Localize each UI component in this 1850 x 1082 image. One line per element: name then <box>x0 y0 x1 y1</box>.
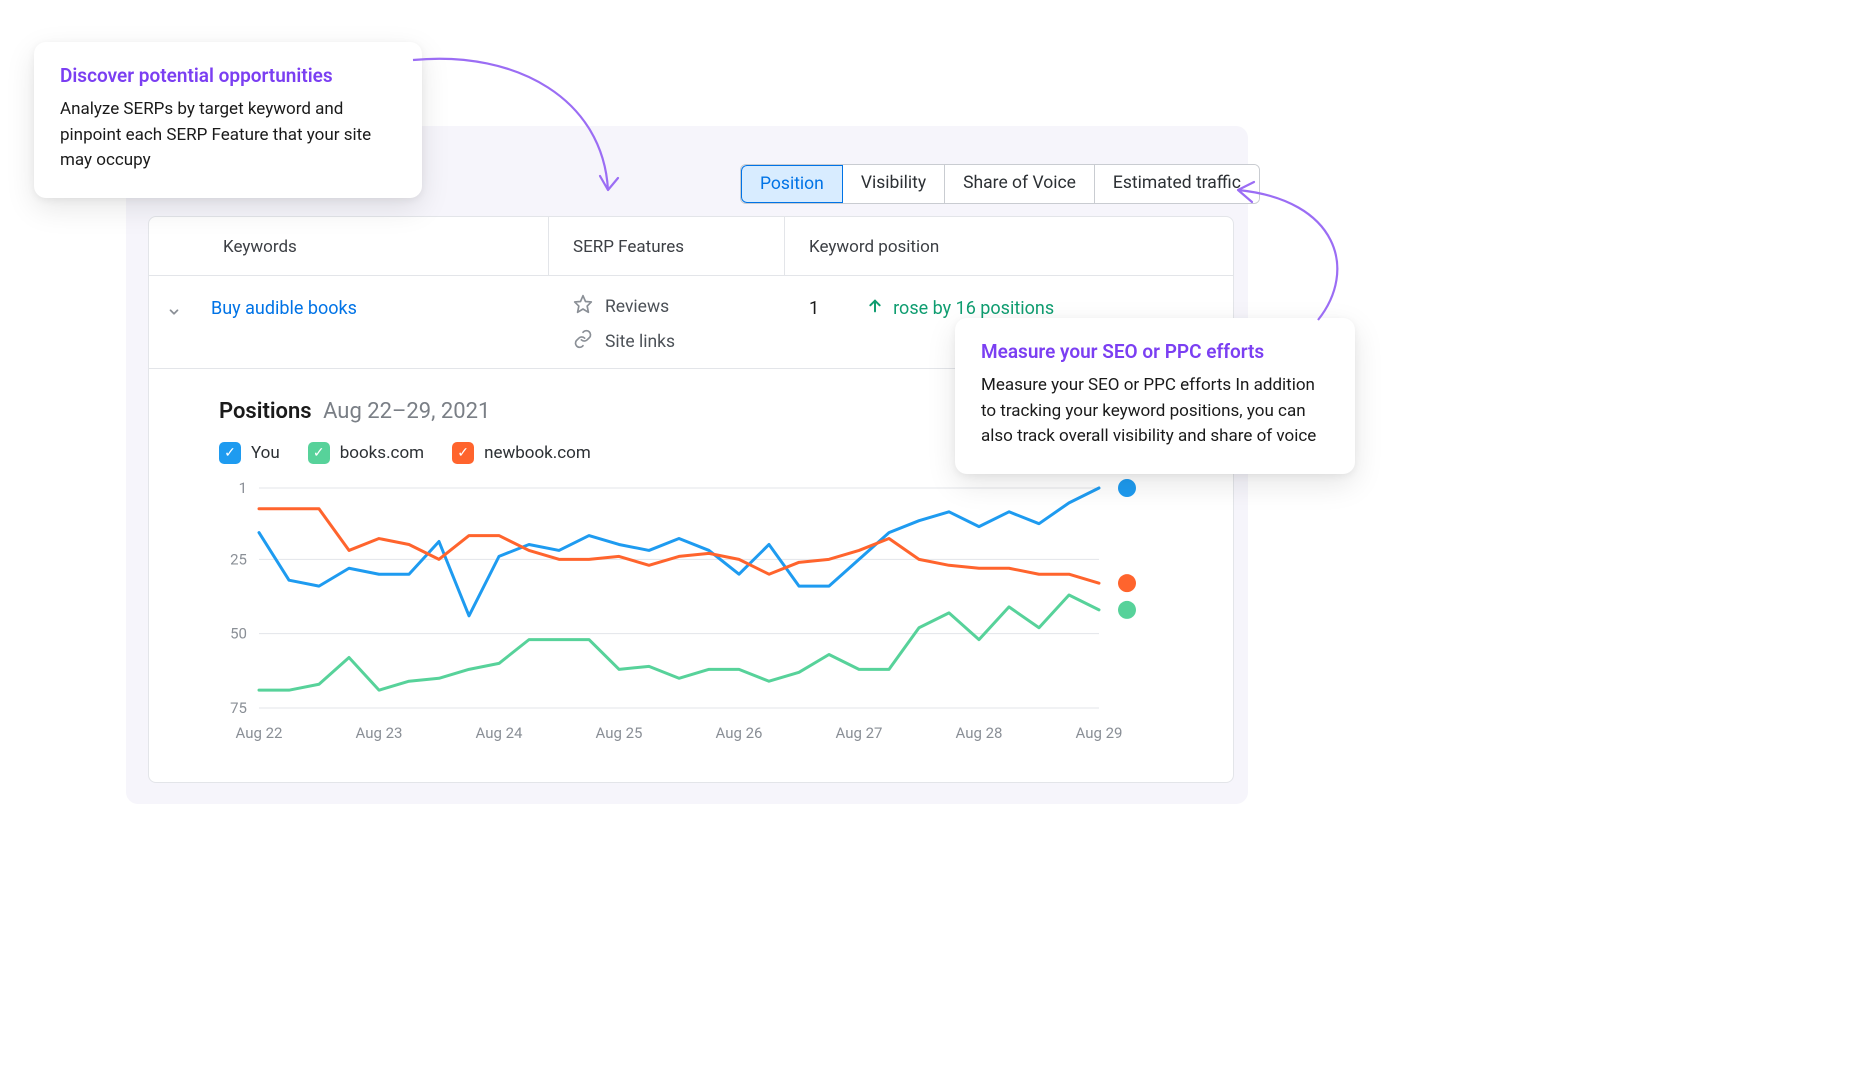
tab-position[interactable]: Position <box>741 165 843 203</box>
col-header-keywords: Keywords <box>149 217 549 275</box>
keyword-link[interactable]: Buy audible books <box>211 298 357 319</box>
chevron-down-icon[interactable] <box>167 304 181 324</box>
check-icon: ✓ <box>224 445 236 461</box>
tab-visibility[interactable]: Visibility <box>843 165 945 203</box>
callout-body: Analyze SERPs by target keyword and pinp… <box>60 97 396 174</box>
serp-feature-label: Reviews <box>605 297 669 317</box>
svg-text:Aug 25: Aug 25 <box>596 724 643 742</box>
svg-text:Aug 29: Aug 29 <box>1076 724 1123 742</box>
svg-text:Aug 26: Aug 26 <box>716 724 763 742</box>
serp-feature-sitelinks: Site links <box>573 329 761 354</box>
callout-discover: Discover potential opportunities Analyze… <box>34 42 422 198</box>
metric-tabs: Position Visibility Share of Voice Estim… <box>740 164 1260 204</box>
chart-date-range: Aug 22–29, 2021 <box>323 399 490 424</box>
arrow-up-icon <box>867 298 883 319</box>
star-icon <box>573 294 593 319</box>
legend-label: You <box>251 443 280 463</box>
legend-item-books[interactable]: ✓ books.com <box>308 442 424 464</box>
legend-checkbox-newbook[interactable]: ✓ <box>452 442 474 464</box>
check-icon: ✓ <box>313 445 325 461</box>
callout-measure: Measure your SEO or PPC efforts Measure … <box>955 318 1355 474</box>
legend-label: books.com <box>340 443 424 463</box>
chart-canvas: 1 25 50 75 Aug 22 Aug 23 Aug 24 Aug 25 Aug 26 Aug… <box>219 478 1209 752</box>
legend-item-newbook[interactable]: ✓ newbook.com <box>452 442 591 464</box>
check-icon: ✓ <box>457 445 469 461</box>
svg-text:Aug 28: Aug 28 <box>956 724 1003 742</box>
legend-checkbox-books[interactable]: ✓ <box>308 442 330 464</box>
svg-text:Aug 27: Aug 27 <box>836 724 883 742</box>
svg-text:Aug 23: Aug 23 <box>356 724 403 742</box>
serp-feature-label: Site links <box>605 332 675 352</box>
callout-title: Measure your SEO or PPC efforts <box>981 340 1329 363</box>
position-change: rose by 16 positions <box>867 298 1054 319</box>
legend-label: newbook.com <box>484 443 591 463</box>
svg-text:25: 25 <box>230 550 247 568</box>
table-header-row: Keywords SERP Features Keyword position <box>149 217 1233 276</box>
tab-share-of-voice[interactable]: Share of Voice <box>945 165 1095 203</box>
legend-item-you[interactable]: ✓ You <box>219 442 280 464</box>
svg-text:75: 75 <box>230 699 247 717</box>
position-value: 1 <box>809 298 819 319</box>
col-header-position: Keyword position <box>785 217 1233 275</box>
svg-text:Aug 24: Aug 24 <box>476 724 524 742</box>
link-icon <box>573 329 593 354</box>
col-header-serp: SERP Features <box>549 217 785 275</box>
legend-checkbox-you[interactable]: ✓ <box>219 442 241 464</box>
serp-feature-reviews: Reviews <box>573 294 761 319</box>
tab-estimated-traffic[interactable]: Estimated traffic <box>1095 165 1259 203</box>
position-change-text: rose by 16 positions <box>893 298 1054 319</box>
callout-body: Measure your SEO or PPC efforts In addit… <box>981 373 1329 450</box>
callout-title: Discover potential opportunities <box>60 64 396 87</box>
svg-text:1: 1 <box>239 479 247 497</box>
svg-text:50: 50 <box>230 625 247 643</box>
chart-title-text: Positions <box>219 399 312 424</box>
main-card: Keywords SERP Features Keyword position … <box>148 216 1234 783</box>
svg-text:Aug 22: Aug 22 <box>236 724 283 742</box>
